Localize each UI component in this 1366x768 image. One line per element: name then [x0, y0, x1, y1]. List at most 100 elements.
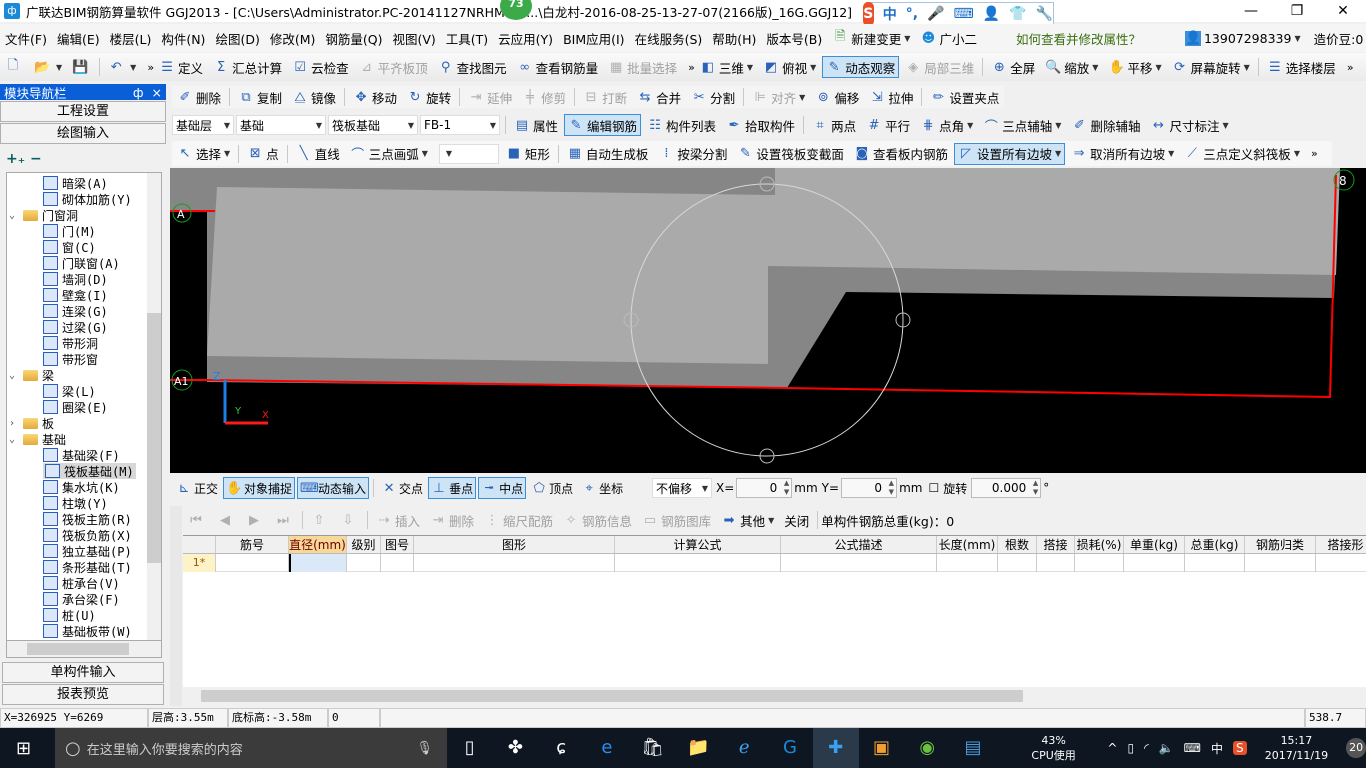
tree-item[interactable]: 集水坑(K): [43, 479, 120, 495]
tree-item[interactable]: 暗梁(A): [43, 175, 108, 191]
tree-item[interactable]: 承台梁(F): [43, 591, 120, 607]
parallel-axis-button[interactable]: # 平行: [862, 114, 914, 136]
batch-select-button[interactable]: ▦ 批量选择: [604, 56, 681, 78]
pick-component-button[interactable]: ✒ 拾取构件: [722, 114, 799, 136]
align-button[interactable]: ⊫ 对齐 ▼: [748, 86, 809, 108]
tree-item[interactable]: 砌体加筋(Y): [43, 191, 132, 207]
vertex-button[interactable]: ⬠ 顶点: [528, 477, 576, 499]
three-point-slope-button[interactable]: ⟋ 三点定义斜筏板 ▼: [1180, 143, 1304, 165]
toolbar-overflow[interactable]: »: [688, 61, 695, 74]
column-header[interactable]: 搭接形: [1316, 536, 1366, 553]
tray-chevron-icon[interactable]: ^: [1107, 741, 1117, 755]
tree-item[interactable]: 条形基础(T): [43, 559, 132, 575]
component-select[interactable]: 基础层 ▼: [172, 115, 234, 135]
tree-item[interactable]: 柱墩(Y): [43, 495, 108, 511]
variable-section-button[interactable]: ✎ 设置筏板变截面: [733, 143, 848, 165]
dynamic-input-button[interactable]: ⌨ 动态输入: [297, 477, 370, 499]
edge-browser-icon[interactable]: e: [584, 728, 630, 768]
view-slab-rebar-button[interactable]: ◙ 查看板内钢筋: [850, 143, 952, 165]
insert-button[interactable]: ⇢ 插入: [372, 509, 424, 531]
offset-button[interactable]: ⊚ 偏移: [811, 86, 863, 108]
two-point-axis-button[interactable]: ⌗ 两点: [808, 114, 860, 136]
last-button[interactable]: ⏭: [271, 509, 298, 531]
three-point-axis-button[interactable]: ⌒ 三点辅轴 ▼: [979, 114, 1065, 136]
undo-button[interactable]: ↶ ▼: [104, 56, 140, 78]
open-folder-button[interactable]: 📂 ▼: [30, 56, 66, 78]
tree-folder[interactable]: ⌄ 梁: [9, 367, 54, 383]
notification-center-badge[interactable]: 20: [1346, 738, 1366, 758]
column-header[interactable]: 搭接: [1037, 536, 1075, 553]
microphone-icon[interactable]: 🎙: [416, 741, 433, 756]
break-button[interactable]: ⊟ 打断: [579, 86, 631, 108]
glodon-g-icon[interactable]: G: [767, 728, 813, 768]
select-floor-button[interactable]: ☰ 选择楼层: [1263, 56, 1340, 78]
menu-item[interactable]: 楼层(L): [105, 29, 157, 48]
expand-all-icon[interactable]: +₊: [6, 151, 25, 167]
dimension-button[interactable]: ↔ 尺寸标注 ▼: [1146, 114, 1232, 136]
tree-item[interactable]: 基础板带(W): [43, 623, 132, 639]
delete-axis-button[interactable]: ✐ 删除辅轴: [1067, 114, 1144, 136]
menu-item[interactable]: 钢筋量(Q): [320, 29, 387, 48]
column-header[interactable]: 长度(mm): [937, 536, 998, 553]
tree-item[interactable]: 门联窗(A): [43, 255, 120, 271]
toolbar-overflow[interactable]: »: [147, 61, 154, 74]
local-3d-button[interactable]: ◈ 局部三维: [901, 56, 978, 78]
blue-app-icon[interactable]: ▤: [950, 728, 996, 768]
save-button[interactable]: 💾: [68, 56, 95, 78]
eraser-button[interactable]: ✐ 删除: [173, 86, 225, 108]
help-tip-link[interactable]: 如何查看并修改属性？: [1016, 29, 1141, 48]
move-up-button[interactable]: ⇧: [307, 509, 334, 531]
grid-cell[interactable]: [781, 554, 937, 572]
grid-horizontal-scrollbar[interactable]: [183, 688, 1366, 704]
intersection-button[interactable]: ✕ 交点: [378, 477, 426, 499]
ime-toolbar[interactable]: S 中 °, 🎤 ⌨ 👤 👕 🔧: [863, 2, 1054, 26]
battery-icon[interactable]: ▯: [1127, 741, 1134, 755]
minimize-button[interactable]: —: [1228, 0, 1274, 22]
column-header[interactable]: 级别: [347, 536, 381, 553]
tree-item[interactable]: 筏板基础(M): [43, 463, 136, 479]
ime-mic-icon[interactable]: 🎤: [927, 6, 944, 22]
menu-item[interactable]: 版本号(B): [761, 29, 827, 48]
green-app-icon[interactable]: ◉: [904, 728, 950, 768]
grid-cell[interactable]: [1316, 554, 1366, 572]
column-header[interactable]: 计算公式: [615, 536, 781, 553]
component-list-button[interactable]: ☷ 构件列表: [643, 114, 720, 136]
coordinate-button[interactable]: ⌖ 坐标: [578, 477, 626, 499]
ime-punctuation-icon[interactable]: °,: [906, 6, 918, 22]
ggj-app-icon[interactable]: ✚: [812, 728, 859, 768]
move-button[interactable]: ✥ 移动: [349, 86, 401, 108]
menu-item[interactable]: 工具(T): [441, 29, 493, 48]
grip-point-button[interactable]: ✏ 设置夹点: [926, 86, 1003, 108]
new-change-button[interactable]: 🗎 新建变更 ▼: [828, 27, 914, 49]
scroll-thumb[interactable]: [147, 313, 161, 563]
edit-rebar-button[interactable]: ✎ 编辑钢筋: [564, 114, 642, 136]
auto-slab-button[interactable]: ▦ 自动生成板: [563, 143, 653, 165]
grid-cell[interactable]: [615, 554, 781, 572]
merge-button[interactable]: ⇆ 合并: [633, 86, 685, 108]
column-header[interactable]: 筋号: [216, 536, 289, 553]
swirl-app-icon[interactable]: ɕ: [538, 728, 584, 768]
ime-user-icon[interactable]: 👤: [983, 6, 1000, 22]
cloud-check-button[interactable]: ☑ 云检查: [288, 56, 353, 78]
line-style-select[interactable]: ▼: [438, 143, 499, 164]
tree-item[interactable]: 桩(U): [43, 607, 96, 623]
define-button[interactable]: ☰ 定义: [155, 56, 207, 78]
ie-browser-icon[interactable]: ℯ: [721, 728, 767, 768]
tree-vertical-scrollbar[interactable]: [147, 173, 161, 641]
object-snap-button[interactable]: ✋ 对象捕捉: [223, 477, 296, 499]
column-header[interactable]: 损耗(%): [1075, 536, 1124, 553]
column-header[interactable]: 钢筋归类: [1245, 536, 1316, 553]
tree-folder[interactable]: ⌄ 门窗洞: [9, 207, 78, 223]
ortho-button[interactable]: ⊾ 正交: [173, 477, 221, 499]
grid-cell[interactable]: [937, 554, 998, 572]
tree-item[interactable]: 筏板主筋(R): [43, 511, 132, 527]
tree-item[interactable]: 独立基础(P): [43, 543, 132, 559]
tree-item[interactable]: 壁龛(I): [43, 287, 108, 303]
column-header[interactable]: 根数: [998, 536, 1037, 553]
set-slopes-button[interactable]: ◸ 设置所有边坡 ▼: [953, 142, 1066, 165]
column-header[interactable]: 总重(kg): [1185, 536, 1245, 553]
grid-cell[interactable]: [1124, 554, 1185, 572]
column-header[interactable]: 单重(kg): [1124, 536, 1185, 553]
trim-button[interactable]: ╪ 修剪: [518, 86, 570, 108]
offset-mode-select[interactable]: 不偏移 ▼: [652, 478, 712, 498]
